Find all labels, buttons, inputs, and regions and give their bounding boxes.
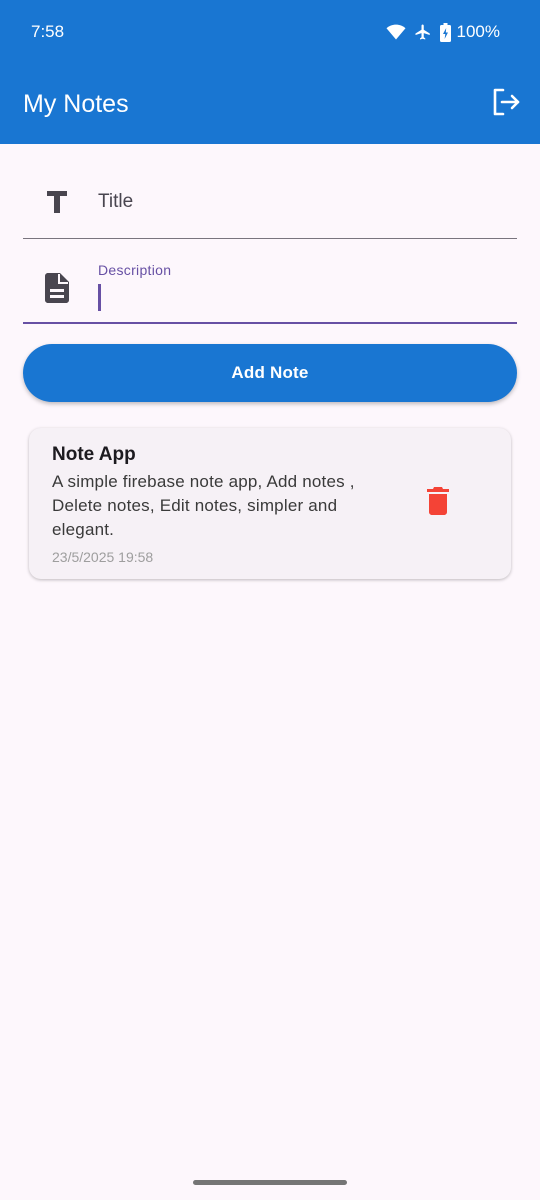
note-title: Note App <box>52 444 136 465</box>
status-bar: 7:58 100% <box>0 0 540 64</box>
status-time: 7:58 <box>31 22 65 41</box>
note-description: A simple firebase note app, Add notes , … <box>52 472 355 539</box>
status-icons: 100% <box>386 21 500 43</box>
home-indicator[interactable] <box>193 1180 347 1185</box>
note-card[interactable]: Note App A simple firebase note app, Add… <box>29 428 511 579</box>
battery-charging-icon <box>439 22 451 42</box>
delete-note-button[interactable] <box>427 486 449 520</box>
add-note-button[interactable]: Add Note <box>23 344 517 402</box>
description-label: Description <box>98 262 172 278</box>
wifi-icon <box>386 24 406 40</box>
page-title: My Notes <box>23 90 129 118</box>
logout-button[interactable] <box>488 86 524 122</box>
description-field: Description <box>23 252 517 324</box>
document-icon <box>43 273 71 303</box>
title-field <box>23 160 517 239</box>
description-input[interactable] <box>98 283 498 311</box>
battery-percentage: 100% <box>456 22 500 41</box>
logout-icon <box>490 86 522 123</box>
note-date: 23/5/2025 19:58 <box>52 549 154 565</box>
title-input[interactable] <box>98 188 498 216</box>
text-cursor <box>98 284 101 311</box>
title-icon <box>43 188 71 216</box>
trash-icon <box>427 486 449 520</box>
app-bar: My Notes <box>0 64 540 144</box>
airplane-icon <box>414 23 432 41</box>
